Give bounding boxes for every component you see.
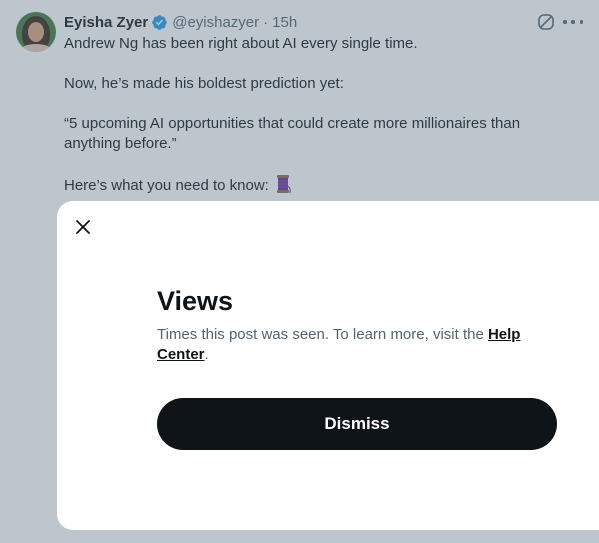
- close-button[interactable]: [65, 209, 101, 245]
- dialog-description-end: .: [204, 346, 209, 363]
- dialog-description-text: Times this post was seen. To learn more,…: [157, 326, 488, 343]
- close-icon: [76, 220, 90, 234]
- dialog-title: Views: [157, 286, 234, 316]
- dialog-description: Times this post was seen. To learn more,…: [157, 325, 557, 365]
- dismiss-button[interactable]: Dismiss: [157, 398, 557, 450]
- views-info-dialog: Views Times this post was seen. To learn…: [57, 201, 599, 530]
